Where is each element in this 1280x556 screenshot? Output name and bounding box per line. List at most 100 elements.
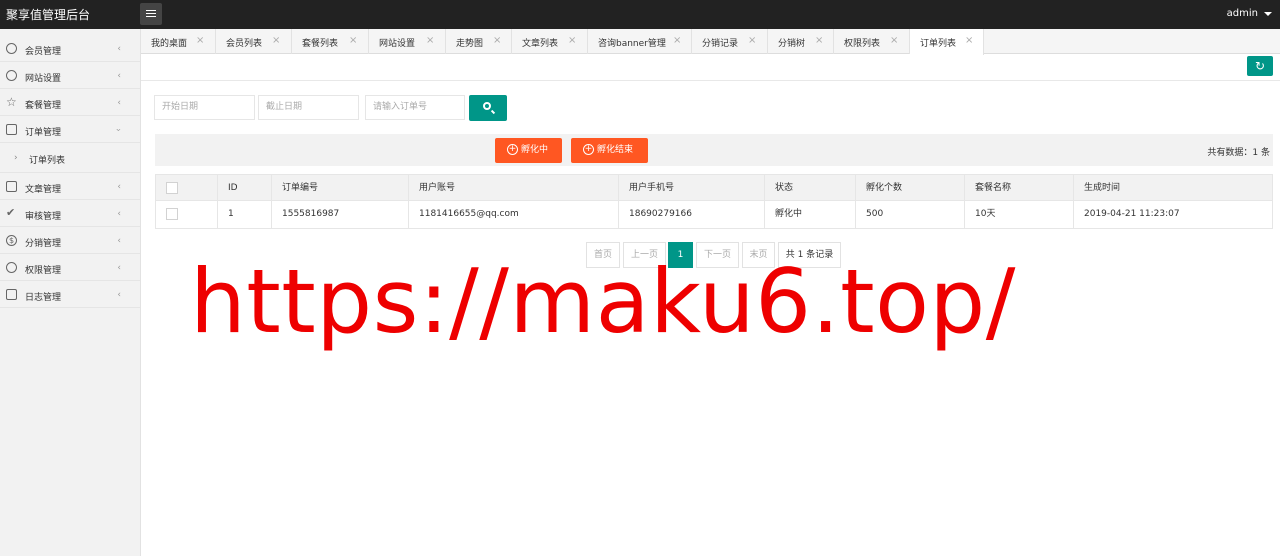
- close-icon[interactable]: ×: [748, 35, 756, 46]
- search-icon: [483, 102, 491, 110]
- sidebar: 会员管理 ‹ 网站设置 ‹ ☆ 套餐管理 ‹ 订单管理 ‹ › 订单列表 文章管…: [0, 29, 141, 556]
- sidebar-item-packages[interactable]: ☆ 套餐管理 ‹: [0, 89, 140, 116]
- tab-article-list[interactable]: 文章列表 ×: [512, 29, 588, 54]
- gear-icon: [6, 70, 17, 81]
- sidebar-item-orders[interactable]: 订单管理 ‹: [0, 116, 140, 143]
- tab-my-desktop[interactable]: 我的桌面 ×: [141, 29, 216, 54]
- sidebar-item-logs[interactable]: 日志管理 ‹: [0, 281, 140, 308]
- sidebar-item-label: 会员管理: [25, 47, 62, 57]
- check-icon: ✔: [6, 206, 16, 219]
- user-menu[interactable]: admin: [1227, 8, 1258, 19]
- table-cell: 10天: [965, 201, 1074, 228]
- hatching-button[interactable]: + 孵化中: [495, 138, 562, 163]
- order-number-input[interactable]: 请输入订单号: [365, 95, 465, 120]
- close-icon[interactable]: ×: [493, 35, 501, 46]
- sidebar-item-label: 分销管理: [25, 239, 62, 249]
- hatched-button[interactable]: + 孵化结束: [571, 138, 648, 163]
- close-icon[interactable]: ×: [426, 35, 434, 46]
- row-checkbox[interactable]: [166, 208, 178, 220]
- chevron-down-icon: ‹: [114, 128, 125, 132]
- tab-label: 咨询banner管理: [598, 39, 666, 49]
- tab-label: 会员列表: [226, 39, 263, 49]
- sidebar-item-label: 权限管理: [25, 266, 62, 276]
- refresh-icon: ↻: [1254, 59, 1266, 73]
- hamburger-icon-line: [146, 16, 156, 17]
- table-cell: 2019-04-21 11:23:07: [1084, 209, 1180, 219]
- tab-label: 权限列表: [844, 39, 881, 49]
- sidebar-item-distribution[interactable]: $ 分销管理 ‹: [0, 227, 140, 254]
- chevron-left-icon: ‹: [117, 236, 121, 246]
- table-header: ID 订单编号 用户账号 用户手机号 状态 孵化个数 套餐名称 生成时间: [156, 175, 1272, 201]
- sidebar-item-label: 网站设置: [25, 74, 62, 84]
- close-icon[interactable]: ×: [568, 35, 576, 46]
- close-icon[interactable]: ×: [965, 35, 973, 46]
- caret-down-icon[interactable]: [1264, 12, 1272, 16]
- menu-toggle-button[interactable]: [140, 3, 162, 25]
- hamburger-icon: [146, 10, 156, 11]
- row-select-cell: [156, 201, 218, 228]
- sidebar-item-members[interactable]: 会员管理 ‹: [0, 35, 140, 62]
- table-cell: 1555816987: [272, 201, 409, 228]
- action-bar: + 孵化中 + 孵化结束 共有数据：1 条: [155, 134, 1273, 166]
- search-button[interactable]: [469, 95, 507, 121]
- column-header: 订单编号: [272, 175, 409, 200]
- tab-banner-management[interactable]: 咨询banner管理 ×: [588, 29, 692, 54]
- tab-package-list[interactable]: 套餐列表 ×: [292, 29, 369, 54]
- tab-label: 我的桌面: [151, 39, 188, 49]
- hamburger-icon-line: [146, 13, 156, 14]
- column-header: 套餐名称: [965, 175, 1074, 200]
- tab-label: 套餐列表: [302, 39, 339, 49]
- chevron-left-icon: ‹: [117, 290, 121, 300]
- select-all-checkbox[interactable]: [166, 182, 178, 194]
- close-icon[interactable]: ×: [890, 35, 898, 46]
- sidebar-item-site-settings[interactable]: 网站设置 ‹: [0, 62, 140, 89]
- sidebar-item-label: 订单管理: [25, 128, 62, 138]
- tab-permission-list[interactable]: 权限列表 ×: [834, 29, 910, 54]
- hatched-button-label: 孵化结束: [597, 145, 634, 155]
- tab-trend-chart[interactable]: 走势图 ×: [446, 29, 512, 54]
- end-date-input[interactable]: 截止日期: [258, 95, 359, 120]
- tab-member-list[interactable]: 会员列表 ×: [216, 29, 292, 54]
- chevron-left-icon: ‹: [117, 263, 121, 273]
- top-bar: 聚享值管理后台 admin: [0, 0, 1280, 29]
- plus-circle-icon: +: [507, 144, 518, 155]
- sidebar-subitem-order-list[interactable]: › 订单列表: [0, 143, 140, 173]
- table-cell: 1181416655@qq.com: [409, 201, 619, 228]
- sidebar-item-review[interactable]: ✔ 审核管理 ‹: [0, 200, 140, 227]
- tab-site-settings[interactable]: 网站设置 ×: [369, 29, 446, 54]
- chevron-left-icon: ‹: [117, 44, 121, 54]
- sidebar-item-articles[interactable]: 文章管理 ‹: [0, 173, 140, 200]
- table-cell: 500: [856, 201, 965, 228]
- grid-icon: [6, 124, 17, 135]
- chevron-left-icon: ‹: [117, 182, 121, 192]
- table-cell: 1: [218, 201, 272, 228]
- start-date-input[interactable]: 开始日期: [154, 95, 255, 120]
- table-row[interactable]: 1 1555816987 1181416655@qq.com 186902791…: [156, 201, 1272, 228]
- close-icon[interactable]: ×: [673, 35, 681, 46]
- book-icon: [6, 181, 17, 192]
- sidebar-item-label: 文章管理: [25, 185, 62, 195]
- table-cell: 孵化中: [765, 201, 856, 228]
- tab-order-list[interactable]: 订单列表 ×: [910, 29, 984, 55]
- tab-label: 分销树: [778, 39, 806, 49]
- tab-bar: 我的桌面 × 会员列表 × 套餐列表 × 网站设置 × 走势图 × 文章列表 ×…: [141, 29, 1280, 55]
- dollar-icon: $: [6, 235, 17, 246]
- refresh-button[interactable]: ↻: [1247, 56, 1273, 76]
- close-icon[interactable]: ×: [272, 35, 280, 46]
- close-icon[interactable]: ×: [349, 35, 357, 46]
- app-title: 聚享值管理后台: [6, 8, 91, 22]
- user-icon: [6, 43, 17, 54]
- column-header: 状态: [765, 175, 856, 200]
- table-cell: 18690279166: [619, 201, 765, 228]
- close-icon[interactable]: ×: [196, 35, 204, 46]
- chevron-left-icon: ‹: [117, 209, 121, 219]
- sidebar-item-label: 日志管理: [25, 293, 62, 303]
- sidebar-item-label: 审核管理: [25, 212, 62, 222]
- sidebar-item-permissions[interactable]: 权限管理 ‹: [0, 254, 140, 281]
- tab-distribution-records[interactable]: 分销记录 ×: [692, 29, 768, 54]
- sidebar-subitem-label: 订单列表: [29, 156, 66, 166]
- tab-distribution-tree[interactable]: 分销树 ×: [768, 29, 834, 54]
- tab-label: 订单列表: [920, 39, 957, 49]
- close-icon[interactable]: ×: [815, 35, 823, 46]
- column-header: 生成时间: [1084, 183, 1121, 193]
